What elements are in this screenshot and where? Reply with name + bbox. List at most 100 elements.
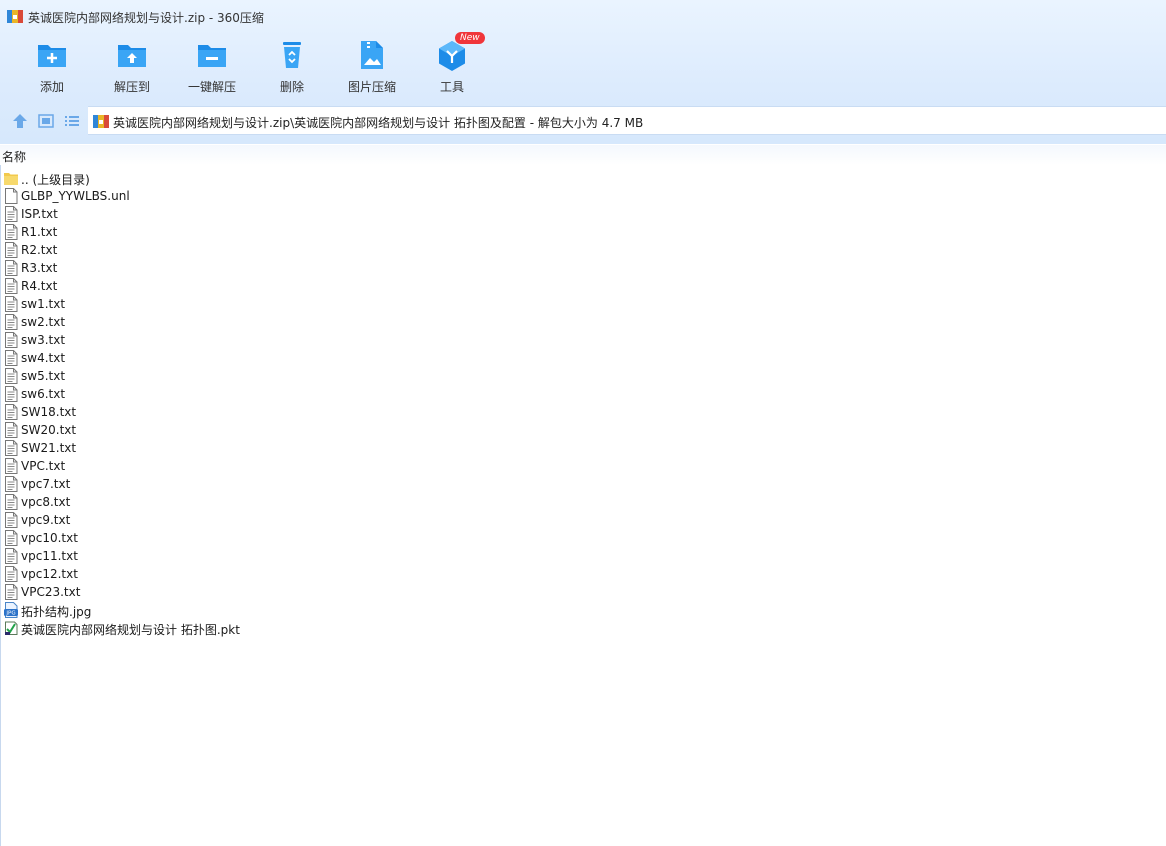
file-name: .. (上级目录) <box>21 173 90 187</box>
text-file-icon <box>4 206 18 222</box>
file-name: vpc8.txt <box>21 495 71 509</box>
list-item[interactable]: sw6.txt <box>0 385 1166 403</box>
recycle-bin-icon <box>283 42 301 68</box>
list-item[interactable]: vpc8.txt <box>0 493 1166 511</box>
text-file-icon <box>4 332 18 348</box>
file-name: vpc9.txt <box>21 513 71 527</box>
window-title: 英诚医院内部网络规划与设计.zip - 360压缩 <box>28 11 264 25</box>
file-name: R1.txt <box>21 225 58 239</box>
text-file-icon <box>4 242 18 258</box>
file-name: vpc7.txt <box>21 477 71 491</box>
text-file-icon <box>4 440 18 456</box>
up-arrow-icon[interactable] <box>11 112 29 130</box>
file-name: sw3.txt <box>21 333 66 347</box>
blank-file-icon <box>4 188 18 204</box>
address-path: 英诚医院内部网络规划与设计.zip\英诚医院内部网络规划与设计 拓扑图及配置 -… <box>113 116 644 130</box>
file-name: sw5.txt <box>21 369 66 383</box>
list-item[interactable]: R1.txt <box>0 223 1166 241</box>
list-item[interactable]: SW21.txt <box>0 439 1166 457</box>
list-item[interactable]: sw5.txt <box>0 367 1166 385</box>
list-item[interactable]: SW20.txt <box>0 421 1166 439</box>
list-item[interactable]: 英诚医院内部网络规划与设计 拓扑图.pkt <box>0 619 1166 637</box>
text-file-icon <box>4 224 18 240</box>
thumbnail-view-icon[interactable] <box>37 112 55 130</box>
file-name: vpc11.txt <box>21 549 78 563</box>
one-click-extract-label: 一键解压 <box>187 80 236 94</box>
list-item[interactable]: sw1.txt <box>0 295 1166 313</box>
image-compress-label: 图片压缩 <box>347 80 396 94</box>
list-item[interactable]: R4.txt <box>0 277 1166 295</box>
packet-tracer-file-icon <box>4 620 18 636</box>
list-view-icon[interactable] <box>63 112 81 130</box>
one-click-extract-icon <box>198 45 226 67</box>
list-item[interactable]: vpc11.txt <box>0 547 1166 565</box>
file-name: R3.txt <box>21 261 58 275</box>
text-file-icon <box>4 260 18 276</box>
list-item[interactable]: SW18.txt <box>0 403 1166 421</box>
image-compress-button[interactable]: 图片压缩 <box>332 36 412 100</box>
file-name: 英诚医院内部网络规划与设计 拓扑图.pkt <box>21 623 240 637</box>
file-name: SW18.txt <box>21 405 77 419</box>
window-chrome: 英诚医院内部网络规划与设计.zip - 360压缩 添加 解压到 一键解压 删除… <box>0 0 1166 144</box>
list-item[interactable]: vpc7.txt <box>0 475 1166 493</box>
one-click-extract-button[interactable]: 一键解压 <box>172 36 252 100</box>
add-button[interactable]: 添加 <box>12 36 92 100</box>
file-name: SW21.txt <box>21 441 77 455</box>
list-item[interactable]: VPC.txt <box>0 457 1166 475</box>
title-bar: 英诚医院内部网络规划与设计.zip - 360压缩 <box>0 0 1166 32</box>
file-name: R4.txt <box>21 279 58 293</box>
list-item[interactable]: R3.txt <box>0 259 1166 277</box>
file-name: vpc10.txt <box>21 531 78 545</box>
text-file-icon <box>4 494 18 510</box>
list-item[interactable]: vpc9.txt <box>0 511 1166 529</box>
tools-button[interactable]: New 工具 <box>412 32 492 100</box>
text-file-icon <box>4 368 18 384</box>
text-file-icon <box>4 404 18 420</box>
text-file-icon <box>4 512 18 528</box>
extract-to-button[interactable]: 解压到 <box>92 36 172 100</box>
text-file-icon <box>4 350 18 366</box>
list-item[interactable]: ISP.txt <box>0 205 1166 223</box>
file-name: sw6.txt <box>21 387 66 401</box>
column-header-label: 名称 <box>2 150 27 164</box>
svg-text:JPG: JPG <box>5 611 15 617</box>
extract-to-label: 解压到 <box>113 80 150 94</box>
file-name: sw1.txt <box>21 297 66 311</box>
image-compress-icon <box>361 41 383 69</box>
list-item[interactable]: sw3.txt <box>0 331 1166 349</box>
text-file-icon <box>4 458 18 474</box>
toolbar: 添加 解压到 一键解压 删除 图片压缩 New 工具 <box>0 32 600 100</box>
file-name: sw2.txt <box>21 315 66 329</box>
text-file-icon <box>4 278 18 294</box>
text-file-icon <box>4 422 18 438</box>
list-item[interactable]: JPG 拓扑结构.jpg <box>0 601 1166 619</box>
text-file-icon <box>4 476 18 492</box>
new-badge: New <box>455 32 485 44</box>
file-name: VPC.txt <box>21 459 66 473</box>
file-name: R2.txt <box>21 243 58 257</box>
text-file-icon <box>4 530 18 546</box>
tools-label: 工具 <box>439 80 464 94</box>
list-item[interactable]: VPC23.txt <box>0 583 1166 601</box>
text-file-icon <box>4 584 18 600</box>
text-file-icon <box>4 296 18 312</box>
list-item[interactable]: vpc12.txt <box>0 565 1166 583</box>
delete-button[interactable]: 删除 <box>252 36 332 100</box>
navigation-bar: 英诚医院内部网络规划与设计.zip\英诚医院内部网络规划与设计 拓扑图及配置 -… <box>0 106 1166 136</box>
list-item[interactable]: GLBP_YYWLBS.unl <box>0 187 1166 205</box>
file-name: sw4.txt <box>21 351 66 365</box>
list-item[interactable]: .. (上级目录) <box>0 169 1166 187</box>
list-item[interactable]: sw2.txt <box>0 313 1166 331</box>
add-folder-icon <box>38 45 66 67</box>
add-label: 添加 <box>39 80 64 94</box>
column-header-name[interactable]: 名称 <box>0 145 1166 165</box>
file-name: SW20.txt <box>21 423 77 437</box>
list-item[interactable]: R2.txt <box>0 241 1166 259</box>
text-file-icon <box>4 314 18 330</box>
address-bar[interactable]: 英诚医院内部网络规划与设计.zip\英诚医院内部网络规划与设计 拓扑图及配置 -… <box>88 106 1166 135</box>
list-item[interactable]: vpc10.txt <box>0 529 1166 547</box>
file-name: 拓扑结构.jpg <box>21 605 92 619</box>
list-item[interactable]: sw4.txt <box>0 349 1166 367</box>
text-file-icon <box>4 566 18 582</box>
file-name: vpc12.txt <box>21 567 78 581</box>
